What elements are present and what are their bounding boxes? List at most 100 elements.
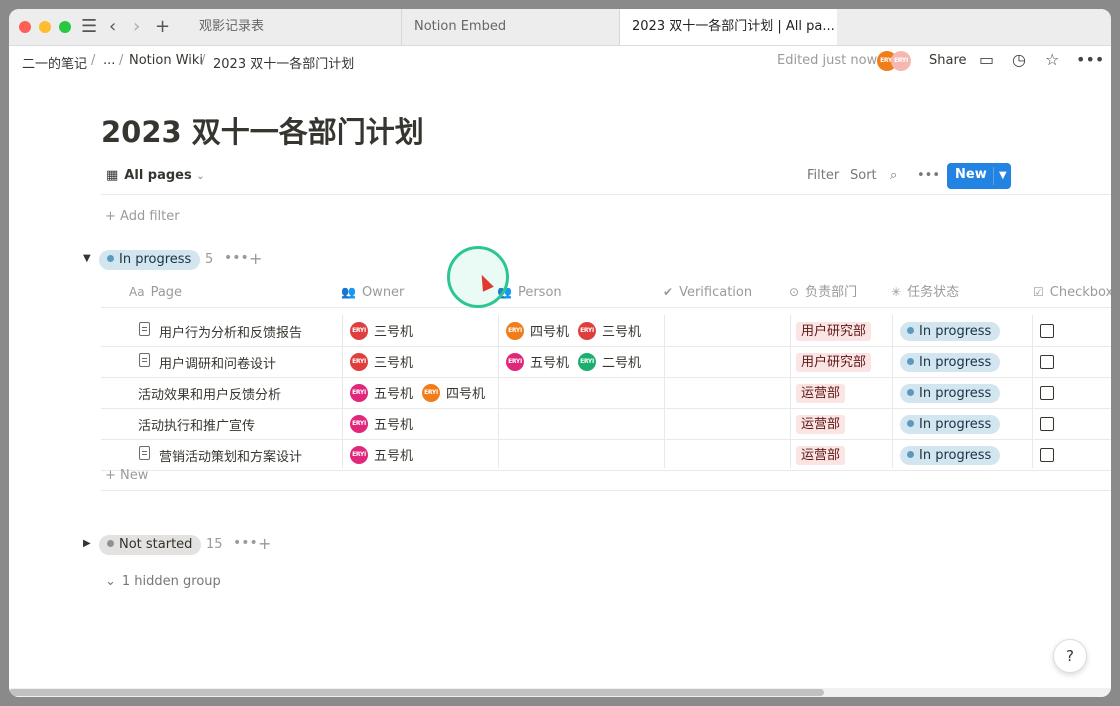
page-cell[interactable]: 用户调研和问卷设计 <box>101 346 342 377</box>
department-cell[interactable]: 运营部 <box>790 408 892 439</box>
group-add-icon[interactable]: + <box>258 534 271 553</box>
view-more-icon[interactable]: ••• <box>917 168 940 183</box>
search-icon[interactable]: ⌕ <box>890 168 897 183</box>
group-header-not-started[interactable]: ▶ Not started 15 ••• + <box>83 534 283 557</box>
group-more-icon[interactable]: ••• <box>233 535 258 551</box>
sort-button[interactable]: Sort <box>850 168 877 183</box>
comment-icon[interactable]: ▭ <box>979 50 994 69</box>
history-icon[interactable]: ◷ <box>1012 50 1026 69</box>
horizontal-scrollbar[interactable] <box>9 688 1111 697</box>
person-name: 五号机 <box>530 356 570 371</box>
scrollbar-thumb[interactable] <box>9 689 824 696</box>
checkbox[interactable] <box>1040 448 1054 462</box>
group-add-icon[interactable]: + <box>249 249 262 268</box>
group-header-in-progress[interactable]: ▼ In progress 5 ••• + <box>83 249 283 272</box>
new-row-button[interactable]: + New <box>105 468 148 483</box>
department-cell[interactable]: 运营部 <box>790 439 892 470</box>
status-badge: In progress <box>99 250 201 270</box>
tab-1[interactable]: 观影记录表 <box>185 9 401 45</box>
checkbox[interactable] <box>1040 324 1054 338</box>
maximize-window-button[interactable] <box>59 21 71 33</box>
department-cell[interactable]: 用户研究部 <box>790 346 892 377</box>
tab-2[interactable]: Notion Embed <box>401 9 619 45</box>
checkbox[interactable] <box>1040 386 1054 400</box>
person-cell[interactable]: ERYI 四号机 ERYI 三号机 <box>498 315 664 346</box>
person-cell[interactable] <box>498 377 664 408</box>
department-cell[interactable]: 用户研究部 <box>790 315 892 346</box>
task-status-cell[interactable]: In progress <box>892 346 1032 377</box>
breadcrumb-item[interactable]: 二一的笔记 <box>22 53 87 72</box>
person-cell[interactable] <box>498 408 664 439</box>
text-property-icon: Aa <box>129 285 145 299</box>
owner-cell[interactable]: ERYI 五号机 <box>342 408 498 439</box>
page-title-text[interactable]: 用户调研和问卷设计 <box>159 353 276 372</box>
verification-cell[interactable] <box>664 377 790 408</box>
verification-cell[interactable] <box>664 408 790 439</box>
expand-triangle-icon[interactable]: ▶ <box>83 538 91 549</box>
table-row[interactable]: 营销活动策划和方案设计 ERYI 五号机 运营部 In progress <box>101 439 1111 471</box>
filter-button[interactable]: Filter <box>807 168 839 183</box>
minimize-window-button[interactable] <box>39 21 51 33</box>
task-status-cell[interactable]: In progress <box>892 439 1032 470</box>
person-cell[interactable]: ERYI 五号机 ERYI 二号机 <box>498 346 664 377</box>
star-icon[interactable]: ☆ <box>1045 50 1059 69</box>
breadcrumb-separator: / <box>119 53 124 68</box>
more-icon[interactable]: ••• <box>1076 50 1104 69</box>
people-icon: 👥 <box>341 285 356 299</box>
new-tab-icon[interactable]: + <box>155 15 170 39</box>
column-header-department[interactable]: ⊙ 负责部门 <box>789 277 884 307</box>
column-header-task-status[interactable]: ✳ 任务状态 <box>891 277 1026 307</box>
breadcrumb-item[interactable]: ... <box>103 53 115 68</box>
menu-icon[interactable]: ☰ <box>81 15 97 39</box>
hidden-groups-toggle[interactable]: ⌄ 1 hidden group <box>105 574 221 589</box>
checkbox[interactable] <box>1040 355 1054 369</box>
page-cell[interactable]: 营销活动策划和方案设计 <box>101 439 342 470</box>
owner-cell[interactable]: ERYI 五号机 <box>342 439 498 470</box>
page-cell[interactable]: 用户行为分析和反馈报告 <box>101 315 342 346</box>
column-header-verification[interactable]: ✔ Verification <box>663 277 793 307</box>
document-icon <box>139 446 150 460</box>
page-title-text[interactable]: 活动效果和用户反馈分析 <box>138 384 281 403</box>
close-window-button[interactable] <box>19 21 31 33</box>
breadcrumb-item[interactable]: 2023 双十一各部门计划 <box>213 53 354 72</box>
page-title-text[interactable]: 活动执行和推广宣传 <box>138 415 255 434</box>
breadcrumb-item[interactable]: Notion Wiki <box>129 53 203 68</box>
page-title-text[interactable]: 营销活动策划和方案设计 <box>159 446 302 465</box>
task-status-cell[interactable]: In progress <box>892 408 1032 439</box>
person-cell[interactable] <box>498 439 664 470</box>
column-header-person[interactable]: 👥 Person <box>497 277 637 307</box>
page-title[interactable]: 2023 双十一各部门计划 <box>101 109 424 151</box>
table-row[interactable]: 用户行为分析和反馈报告 ERYI 三号机 ERYI 四号机 ERYI 三号机 用户研究… <box>101 315 1111 347</box>
owner-cell[interactable]: ERYI 三号机 <box>342 315 498 346</box>
task-status-cell[interactable]: In progress <box>892 315 1032 346</box>
add-filter-button[interactable]: + Add filter <box>105 209 180 224</box>
verification-cell[interactable] <box>664 315 790 346</box>
new-button[interactable]: New ▼ <box>947 163 1011 189</box>
table-row[interactable]: 活动效果和用户反馈分析 ERYI 五号机 ERYI 四号机 运营部 In progr… <box>101 377 1111 409</box>
column-header-page[interactable]: Aa Page <box>129 277 329 307</box>
table-row[interactable]: 用户调研和问卷设计 ERYI 三号机 ERYI 五号机 ERYI 二号机 用户研究部 … <box>101 346 1111 378</box>
collaborator-avatars[interactable]: ERYIERYI <box>877 51 911 71</box>
verification-cell[interactable] <box>664 439 790 470</box>
page-cell[interactable]: 活动执行和推广宣传 <box>101 408 342 439</box>
collapse-triangle-icon[interactable]: ▼ <box>83 253 91 264</box>
tab-3-active[interactable]: 2023 双十一各部门计划 | All pa... <box>619 9 837 45</box>
share-button[interactable]: Share <box>929 53 967 68</box>
checkbox[interactable] <box>1040 417 1054 431</box>
column-header-checkbox[interactable]: ☑ Checkbox <box>1033 277 1111 307</box>
back-icon[interactable]: ‹ <box>109 15 116 39</box>
owner-cell[interactable]: ERYI 五号机 ERYI 四号机 <box>342 377 498 408</box>
page-cell[interactable]: 活动效果和用户反馈分析 <box>101 377 342 408</box>
status-icon: ✳ <box>891 285 902 299</box>
view-tab-all-pages[interactable]: ▦ All pages ⌄ <box>106 168 205 183</box>
help-button[interactable]: ? <box>1053 639 1087 673</box>
owner-cell[interactable]: ERYI 三号机 <box>342 346 498 377</box>
department-cell[interactable]: 运营部 <box>790 377 892 408</box>
page-title-text[interactable]: 用户行为分析和反馈报告 <box>159 322 302 341</box>
verification-cell[interactable] <box>664 346 790 377</box>
task-status-cell[interactable]: In progress <box>892 377 1032 408</box>
group-more-icon[interactable]: ••• <box>224 250 249 266</box>
table-row[interactable]: 活动执行和推广宣传 ERYI 五号机 运营部 In progress <box>101 408 1111 440</box>
forward-icon[interactable]: › <box>133 15 140 39</box>
chevron-down-icon[interactable]: ▼ <box>993 167 1007 185</box>
